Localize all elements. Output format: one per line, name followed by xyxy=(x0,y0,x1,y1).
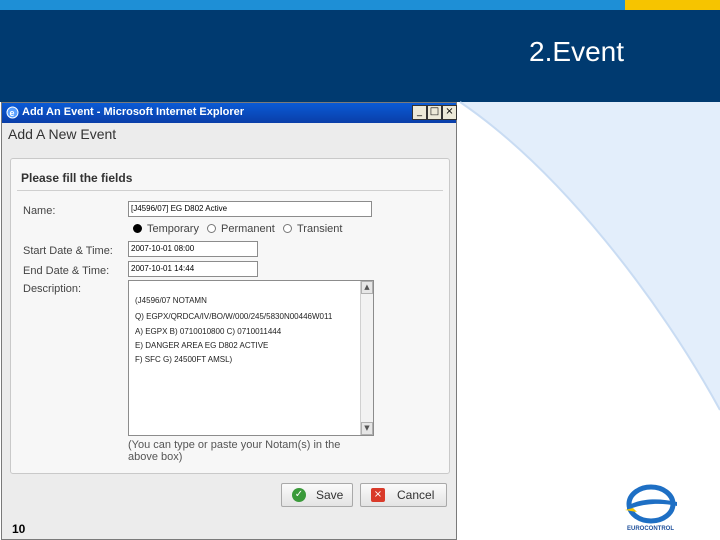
slide: 2.Event e Add An Event - Microsoft Inter… xyxy=(0,0,720,540)
description-line: E) DANGER AREA EG D802 ACTIVE xyxy=(135,341,269,350)
radio-temporary[interactable] xyxy=(133,224,142,233)
check-icon: ✓ xyxy=(292,488,306,502)
save-label: Save xyxy=(316,488,344,502)
browser-window: e Add An Event - Microsoft Internet Expl… xyxy=(1,102,457,540)
end-date-label: End Date & Time: xyxy=(23,265,110,277)
x-icon: × xyxy=(371,488,385,502)
logo-text: EUROCONTROL xyxy=(627,526,674,532)
close-button[interactable]: × xyxy=(442,105,457,120)
window-title: Add An Event - Microsoft Internet Explor… xyxy=(22,106,245,118)
radio-label-transient: Transient xyxy=(297,223,343,235)
internet-explorer-icon: e xyxy=(6,106,19,119)
description-label: Description: xyxy=(23,283,82,295)
name-label: Name: xyxy=(23,205,56,217)
vertical-scrollbar[interactable]: ▲ ▼ xyxy=(360,281,373,435)
eurocontrol-logo xyxy=(625,484,677,524)
page-heading: Add A New Event xyxy=(8,126,117,142)
description-textarea[interactable]: (J4596/07 NOTAMN Q) EGPX/QRDCA/IV/BO/W/0… xyxy=(128,280,374,436)
start-date-field[interactable]: 2007-10-01 08:00 xyxy=(128,241,258,257)
minimize-button[interactable]: _ xyxy=(412,105,427,120)
radio-label-permanent: Permanent xyxy=(221,223,275,235)
description-line: A) EGPX B) 0710010800 C) 0710011444 xyxy=(135,327,282,336)
description-line: Q) EGPX/QRDCA/IV/BO/W/000/245/5830N00446… xyxy=(135,312,333,321)
event-form-panel: Please fill the fields Name: [J4596/07] … xyxy=(10,158,450,474)
svg-text:e: e xyxy=(10,108,15,118)
scroll-up-arrow-icon[interactable]: ▲ xyxy=(361,281,373,294)
radio-permanent[interactable] xyxy=(207,224,216,233)
window-titlebar[interactable]: e Add An Event - Microsoft Internet Expl… xyxy=(2,103,457,123)
cancel-button[interactable]: × Cancel xyxy=(360,483,447,507)
end-date-field[interactable]: 2007-10-01 14:44 xyxy=(128,261,258,277)
save-button[interactable]: ✓ Save xyxy=(281,483,353,507)
description-line: (J4596/07 NOTAMN xyxy=(135,296,207,305)
maximize-button[interactable]: □ xyxy=(427,105,442,120)
divider xyxy=(17,190,443,191)
scroll-down-arrow-icon[interactable]: ▼ xyxy=(361,422,373,435)
paste-hint: (You can type or paste your Notam(s) in … xyxy=(128,439,341,463)
radio-transient[interactable] xyxy=(283,224,292,233)
radio-label-temporary: Temporary xyxy=(147,223,199,235)
name-field[interactable]: [J4596/07] EG D802 Active xyxy=(128,201,372,217)
cancel-label: Cancel xyxy=(397,488,435,502)
start-date-label: Start Date & Time: xyxy=(23,245,113,257)
panel-heading: Please fill the fields xyxy=(21,171,133,185)
description-line: F) SFC G) 24500FT AMSL) xyxy=(135,355,233,364)
slide-number: 10 xyxy=(12,522,26,536)
